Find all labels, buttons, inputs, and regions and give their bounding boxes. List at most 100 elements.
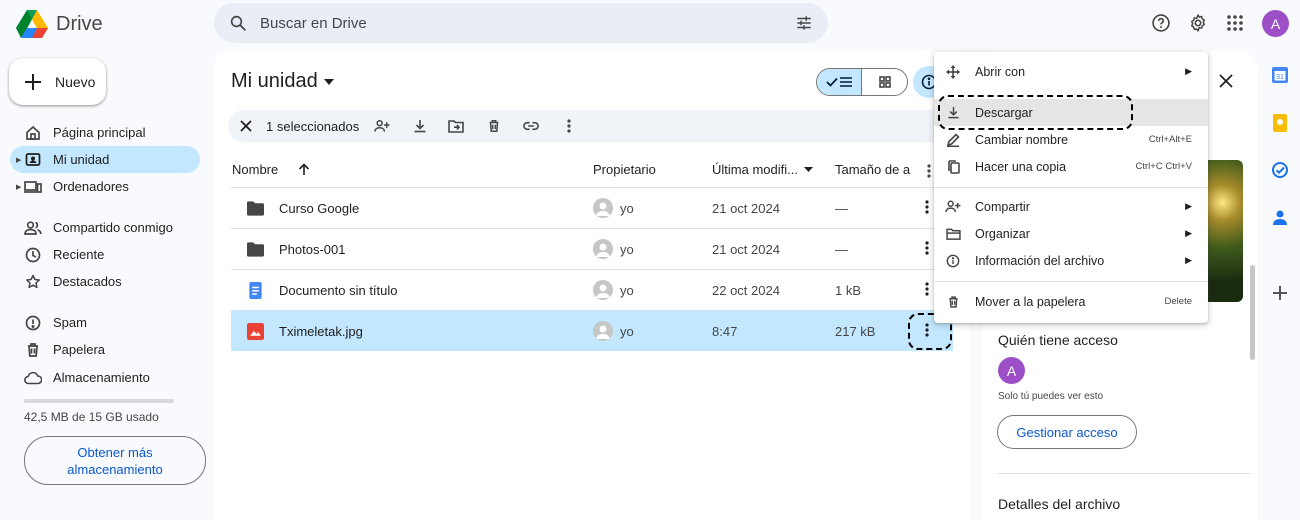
copy-icon [945, 159, 961, 175]
sidebar-item-trash[interactable]: Papelera [10, 336, 200, 363]
image-file-icon [247, 323, 264, 340]
settings-gear-icon[interactable] [1188, 13, 1208, 33]
keep-icon[interactable] [1270, 113, 1290, 133]
drive-logo-icon [16, 10, 48, 38]
column-header-modified[interactable]: Última modifi... [712, 162, 813, 177]
view-toggle[interactable] [816, 68, 908, 96]
sidebar-item-my-drive[interactable]: ▶ Mi unidad [10, 146, 200, 173]
search-icon[interactable] [228, 13, 248, 33]
close-icon[interactable] [1216, 71, 1236, 91]
file-preview-thumbnail[interactable] [1202, 160, 1243, 302]
list-view-button[interactable] [817, 69, 863, 95]
more-vert-icon[interactable] [927, 164, 931, 178]
search-options-icon[interactable] [794, 13, 814, 33]
rename-pencil-icon [945, 132, 961, 148]
grid-view-button[interactable] [862, 69, 907, 95]
sidebar-item-storage[interactable]: Almacenamiento [10, 364, 200, 391]
column-label: Tamaño de a [835, 162, 911, 177]
more-vert-icon[interactable] [925, 282, 929, 296]
column-label: Última modifi... [712, 162, 798, 177]
sidebar-item-home[interactable]: Página principal [10, 119, 200, 146]
more-vert-icon[interactable] [561, 118, 577, 134]
file-modified: 21 oct 2024 [712, 201, 780, 216]
sidebar-item-label: Almacenamiento [53, 370, 150, 385]
search-bar[interactable] [214, 3, 828, 43]
add-icon[interactable] [1270, 283, 1290, 303]
menu-item-open-with[interactable]: Abrir con ▶ [934, 58, 1208, 85]
file-row[interactable]: Curso Google yo 21 oct 2024 — [231, 187, 953, 228]
new-button[interactable]: Nuevo [9, 58, 106, 105]
menu-item-shortcut: Ctrl+Alt+E [1148, 134, 1192, 145]
menu-item-label: Cambiar nombre [975, 132, 1069, 147]
google-doc-icon [249, 282, 262, 299]
file-owner: yo [620, 283, 634, 298]
trash-icon [945, 294, 961, 310]
menu-item-move-to-trash[interactable]: Mover a la papelera Delete [934, 288, 1208, 315]
selection-toolbar: 1 seleccionados [228, 110, 958, 142]
owner-avatar-icon [593, 321, 613, 341]
sidebar-item-starred[interactable]: Destacados [10, 268, 200, 295]
sidebar-item-shared[interactable]: Compartido conmigo [10, 214, 200, 241]
page-title[interactable]: Mi unidad [231, 70, 334, 93]
menu-divider [934, 187, 1208, 188]
file-size: — [835, 201, 848, 216]
expand-caret-icon[interactable]: ▶ [16, 183, 21, 191]
plus-icon [23, 72, 43, 92]
get-more-storage-button[interactable]: Obtener más almacenamiento [24, 436, 206, 485]
highlight-annotation [938, 95, 1133, 130]
account-avatar[interactable]: A [1262, 10, 1289, 37]
sort-arrow-up-icon[interactable] [298, 163, 310, 176]
sidebar-item-spam[interactable]: Spam [10, 309, 200, 336]
file-owner: yo [620, 324, 634, 339]
shared-icon [24, 219, 42, 237]
file-size: 217 kB [835, 324, 876, 339]
sidebar-item-computers[interactable]: ▶ Ordenadores [10, 173, 200, 200]
file-row-selected[interactable]: Tximeletak.jpg yo 8:47 217 kB [231, 310, 953, 351]
share-person-icon[interactable] [374, 118, 390, 134]
calendar-icon[interactable]: 31 [1270, 65, 1290, 85]
menu-item-organize[interactable]: Organizar ▶ [934, 220, 1208, 247]
manage-access-button[interactable]: Gestionar acceso [997, 415, 1137, 449]
sidebar-item-label: Papelera [53, 342, 106, 357]
column-header-size[interactable]: Tamaño de a [835, 162, 910, 177]
sidebar-item-recent[interactable]: Reciente [10, 241, 200, 268]
column-header-owner[interactable]: Propietario [593, 162, 656, 177]
download-icon[interactable] [412, 118, 428, 134]
submenu-arrow-icon: ▶ [1185, 201, 1192, 211]
file-row[interactable]: Photos-001 yo 21 oct 2024 — [231, 228, 953, 269]
storage-usage-bar [24, 399, 174, 403]
star-icon [24, 273, 42, 291]
menu-item-label: Hacer una copia [975, 159, 1067, 174]
menu-item-label: Mover a la papelera [975, 294, 1086, 309]
help-icon[interactable] [1151, 13, 1171, 33]
drive-logo[interactable]: Drive [16, 8, 166, 40]
contacts-icon[interactable] [1270, 207, 1290, 227]
menu-item-share[interactable]: Compartir ▶ [934, 193, 1208, 220]
clock-icon [24, 246, 42, 264]
more-vert-icon[interactable] [925, 200, 929, 214]
owner-avatar-icon [593, 198, 613, 218]
app-name: Drive [56, 12, 103, 35]
sidebar-item-label: Mi unidad [53, 152, 110, 167]
expand-caret-icon[interactable]: ▶ [16, 156, 21, 164]
menu-item-label: Compartir [975, 199, 1030, 214]
more-vert-icon[interactable] [925, 241, 929, 255]
apps-grid-icon[interactable] [1225, 13, 1245, 33]
link-icon[interactable] [523, 118, 539, 134]
search-input[interactable] [260, 14, 794, 32]
folder-icon [247, 242, 264, 257]
details-scrollbar[interactable] [1250, 265, 1255, 360]
menu-item-file-info[interactable]: Información del archivo ▶ [934, 247, 1208, 274]
column-header-name[interactable]: Nombre [232, 162, 310, 177]
owner-avatar-icon [593, 239, 613, 259]
file-name: Curso Google [279, 201, 360, 216]
file-row[interactable]: Documento sin título yo 22 oct 2024 1 kB [231, 269, 953, 310]
grid-icon [878, 76, 891, 88]
access-user-avatar: A [998, 357, 1025, 384]
move-folder-icon[interactable] [448, 118, 464, 134]
menu-item-make-copy[interactable]: Hacer una copia Ctrl+C Ctrl+V [934, 153, 1208, 180]
menu-item-rename[interactable]: Cambiar nombre Ctrl+Alt+E [934, 126, 1208, 153]
trash-icon[interactable] [486, 118, 502, 134]
clear-selection-icon[interactable] [238, 118, 254, 134]
tasks-icon[interactable] [1270, 160, 1290, 180]
